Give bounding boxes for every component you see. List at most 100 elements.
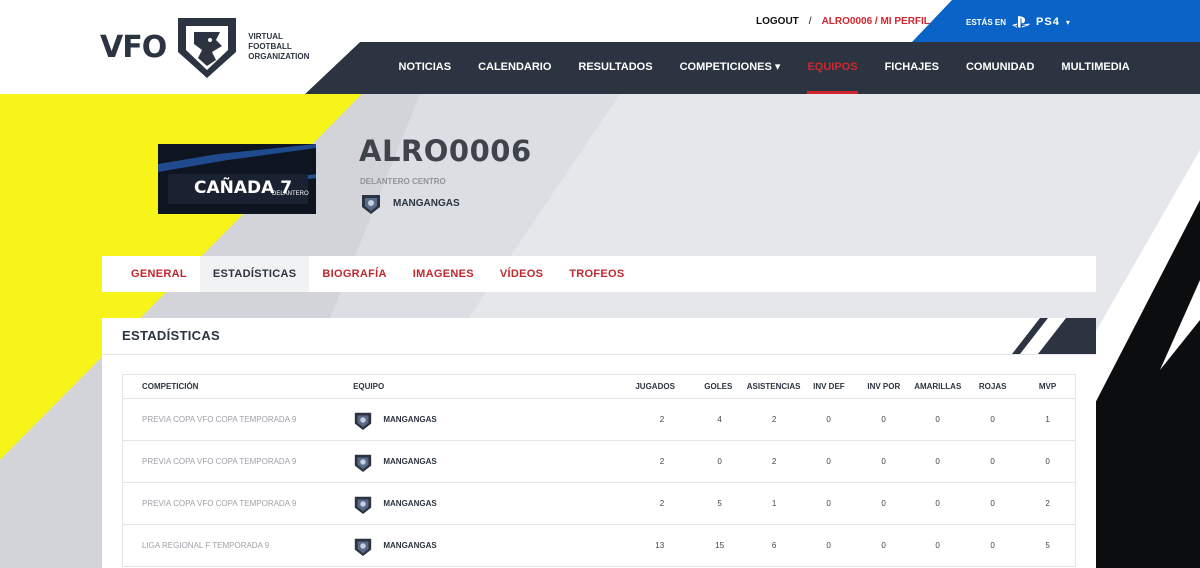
tab-general[interactable]: GENERAL bbox=[118, 256, 200, 292]
team-name: MANGANGAS bbox=[383, 457, 437, 466]
team-badge-icon bbox=[355, 454, 372, 472]
clean-sheet-gk-cell: 0 bbox=[881, 457, 886, 466]
column-header[interactable]: INV DEF bbox=[801, 382, 858, 391]
assists-cell: 6 bbox=[771, 541, 777, 550]
link-separator: / bbox=[808, 16, 812, 27]
playstation-icon bbox=[1012, 16, 1030, 28]
competition-cell[interactable]: PREVIA COPA VFO COPA TEMPORADA 9 bbox=[123, 499, 353, 508]
player-username: ALRO0006 bbox=[359, 134, 532, 168]
assists-cell: 1 bbox=[771, 499, 777, 508]
clean-sheet-gk-cell: 0 bbox=[881, 415, 886, 424]
clean-sheet-def-cell: 0 bbox=[826, 457, 831, 466]
nav-item-multimedia[interactable]: MULTIMEDIA bbox=[1048, 42, 1143, 94]
account-links: LOGOUT / ALRO0006 / MI PERFIL bbox=[756, 16, 930, 27]
table-row: LIGA REGIONAL F TEMPORADA 9 MANGANGAS 13… bbox=[123, 525, 1075, 567]
nav-item-resultados[interactable]: RESULTADOS bbox=[565, 42, 666, 94]
nav-item-comunidad[interactable]: COMUNIDAD bbox=[952, 42, 1047, 94]
tab-biografia[interactable]: BIOGRAFÍA bbox=[309, 256, 399, 292]
column-header[interactable]: GOLES bbox=[690, 382, 747, 391]
lion-shield-icon bbox=[178, 18, 237, 78]
nav-item-competiciones[interactable]: COMPETICIONES ▾ bbox=[666, 42, 794, 94]
column-header[interactable]: ASISTENCIAS bbox=[747, 382, 801, 391]
main-nav: NOTICIAS CALENDARIO RESULTADOS COMPETICI… bbox=[385, 42, 1143, 94]
table-row: PREVIA COPA VFO COPA TEMPORADA 9 MANGANG… bbox=[123, 441, 1075, 483]
player-position: DELANTERO CENTRO bbox=[360, 177, 446, 186]
yellow-cards-cell: 0 bbox=[935, 499, 940, 508]
competition-cell[interactable]: PREVIA COPA VFO COPA TEMPORADA 9 bbox=[123, 457, 353, 466]
goals-cell: 4 bbox=[717, 415, 722, 424]
platform-name: PS4 bbox=[1036, 16, 1060, 28]
stats-title: ESTADÍSTICAS bbox=[122, 328, 220, 343]
nav-item-equipos[interactable]: EQUIPOS bbox=[794, 42, 871, 94]
nav-item-noticias[interactable]: NOTICIAS bbox=[385, 42, 465, 94]
column-header[interactable]: MVP bbox=[1020, 382, 1075, 391]
column-header[interactable]: INV POR bbox=[857, 382, 910, 391]
clean-sheet-gk-cell: 0 bbox=[881, 499, 886, 508]
team-cell[interactable]: MANGANGAS bbox=[353, 451, 543, 473]
nav-item-fichajes[interactable]: FICHAJES bbox=[871, 42, 952, 94]
yellow-cards-cell: 0 bbox=[935, 415, 940, 424]
logout-link[interactable]: LOGOUT bbox=[756, 16, 799, 27]
team-cell[interactable]: MANGANGAS bbox=[353, 493, 543, 515]
red-cards-cell: 0 bbox=[990, 415, 995, 424]
table-header: COMPETICIÓN EQUIPO JUGADOS GOLES ASISTEN… bbox=[123, 375, 1075, 399]
column-header[interactable]: JUGADOS bbox=[542, 382, 690, 391]
red-cards-cell: 0 bbox=[990, 499, 995, 508]
site-header: VFO Virtual Football Organization LOGOUT… bbox=[0, 0, 1200, 94]
team-name: MANGANGAS bbox=[383, 541, 437, 550]
platform-label: ESTÁS EN bbox=[966, 17, 1007, 27]
profile-tabs: GENERAL ESTADÍSTICAS BIOGRAFÍA IMAGENES … bbox=[102, 256, 1096, 292]
nav-item-calendario[interactable]: CALENDARIO bbox=[465, 42, 565, 94]
column-header[interactable]: COMPETICIÓN bbox=[123, 382, 353, 391]
corner-stripes-decoration bbox=[1012, 318, 1096, 354]
tab-trofeos[interactable]: TROFEOS bbox=[556, 256, 637, 292]
goals-cell: 0 bbox=[717, 457, 722, 466]
team-badge-icon bbox=[362, 195, 380, 214]
team-cell[interactable]: MANGANGAS bbox=[353, 409, 543, 431]
player-team[interactable]: MANGANGAS bbox=[360, 191, 460, 215]
mvp-cell: 5 bbox=[1045, 541, 1050, 550]
table-row: PREVIA COPA VFO COPA TEMPORADA 9 MANGANG… bbox=[123, 399, 1075, 441]
played-cell: 2 bbox=[659, 457, 665, 466]
clean-sheet-def-cell: 0 bbox=[826, 541, 831, 550]
banner-player-position: DELANTERO bbox=[272, 191, 309, 197]
mvp-cell: 1 bbox=[1045, 415, 1050, 424]
played-cell: 13 bbox=[655, 541, 665, 550]
player-banner-image: CAÑADA 7 DELANTERO bbox=[158, 144, 316, 214]
played-cell: 2 bbox=[659, 415, 665, 424]
competition-cell[interactable]: LIGA REGIONAL F TEMPORADA 9 bbox=[123, 541, 353, 550]
column-header[interactable]: EQUIPO bbox=[353, 382, 542, 391]
team-badge-icon bbox=[355, 538, 372, 556]
platform-selector[interactable]: ESTÁS EN PS4 ▾ bbox=[966, 16, 1070, 28]
logo-wordmark: VFO bbox=[100, 29, 167, 65]
played-cell: 2 bbox=[659, 499, 665, 508]
clean-sheet-def-cell: 0 bbox=[826, 499, 831, 508]
chevron-down-icon: ▾ bbox=[1065, 17, 1070, 27]
clean-sheet-def-cell: 0 bbox=[826, 415, 831, 424]
yellow-cards-cell: 0 bbox=[935, 541, 940, 550]
team-badge-icon bbox=[355, 412, 372, 430]
team-name: MANGANGAS bbox=[393, 197, 460, 209]
mvp-cell: 0 bbox=[1045, 457, 1050, 466]
logo-tagline: Virtual Football Organization bbox=[248, 32, 310, 61]
mvp-cell: 2 bbox=[1045, 499, 1050, 508]
column-header[interactable]: ROJAS bbox=[965, 382, 1020, 391]
stats-panel: ESTADÍSTICAS COMPETICIÓN EQUIPO JUGADOS … bbox=[102, 318, 1096, 568]
team-name: MANGANGAS bbox=[383, 499, 437, 508]
goals-cell: 5 bbox=[717, 499, 722, 508]
yellow-cards-cell: 0 bbox=[935, 457, 940, 466]
red-cards-cell: 0 bbox=[990, 457, 995, 466]
stats-table: COMPETICIÓN EQUIPO JUGADOS GOLES ASISTEN… bbox=[122, 374, 1076, 567]
tab-videos[interactable]: VÍDEOS bbox=[487, 256, 556, 292]
competition-cell[interactable]: PREVIA COPA VFO COPA TEMPORADA 9 bbox=[123, 415, 353, 424]
goals-cell: 15 bbox=[715, 541, 725, 550]
team-name: MANGANGAS bbox=[383, 415, 437, 424]
column-header[interactable]: AMARILLAS bbox=[910, 382, 965, 391]
vfo-logo[interactable]: VFO Virtual Football Organization bbox=[100, 12, 309, 82]
team-cell[interactable]: MANGANGAS bbox=[353, 535, 543, 557]
clean-sheet-gk-cell: 0 bbox=[881, 541, 886, 550]
assists-cell: 2 bbox=[771, 415, 777, 424]
tab-estadisticas[interactable]: ESTADÍSTICAS bbox=[199, 256, 310, 292]
team-badge-icon bbox=[355, 496, 372, 514]
tab-imagenes[interactable]: IMAGENES bbox=[400, 256, 487, 292]
